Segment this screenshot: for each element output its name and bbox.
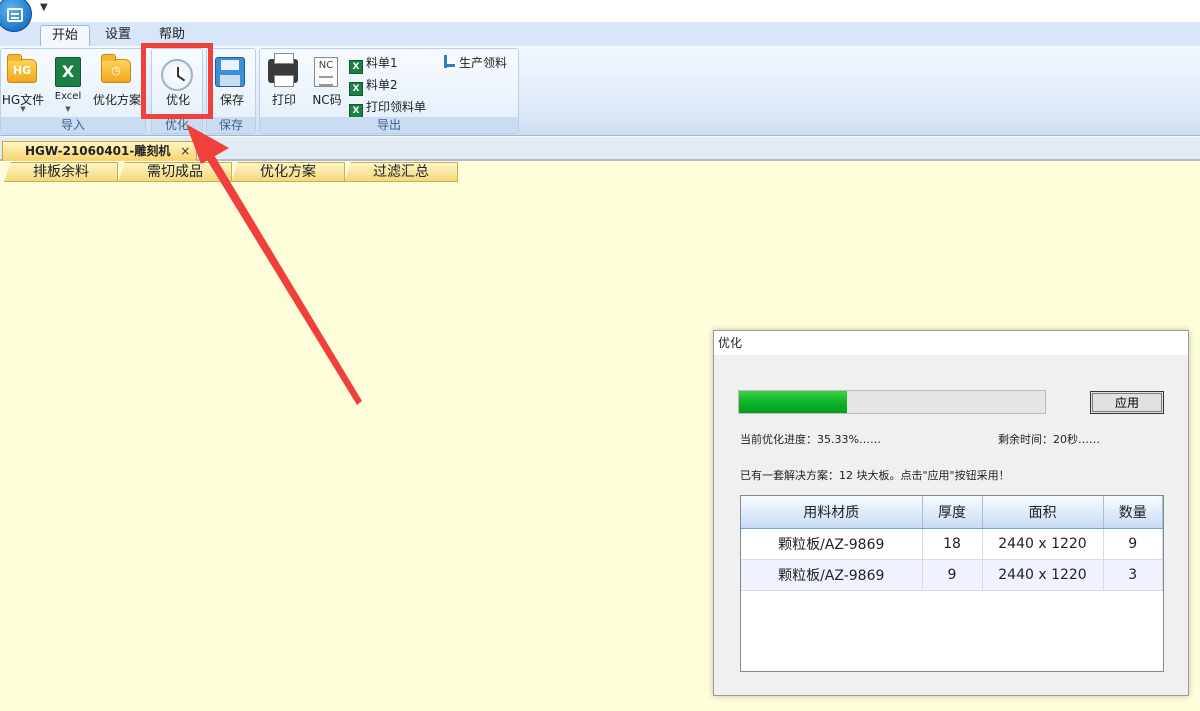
nc-document-icon: NC <box>314 57 338 87</box>
hg-file-button[interactable]: HG HG文件 ▼ <box>1 51 45 115</box>
cell-thickness: 18 <box>922 528 983 560</box>
group-save: 保存 保存 <box>206 48 256 134</box>
excel-icon: X <box>349 104 363 118</box>
table-row[interactable]: 颗粒板/AZ-9869 9 2440 x 1220 3 <box>741 559 1163 591</box>
subtab-cut-parts[interactable]: 需切成品 <box>118 162 232 182</box>
forklift-icon <box>442 55 456 69</box>
document-tab-strip: HGW-21060401-雕刻机 × <box>0 137 1200 161</box>
save-icon <box>215 57 245 87</box>
plan-folder-icon: ◷ <box>101 54 131 83</box>
table-row[interactable]: 颗粒板/AZ-9869 18 2440 x 1220 9 <box>741 528 1163 560</box>
excel-icon: X <box>55 57 81 87</box>
column-header-material[interactable]: 用料材质 <box>741 496 923 529</box>
group-label-save: 保存 <box>207 117 255 133</box>
dialog-title: 优化 <box>714 331 1188 355</box>
optimize-dialog: 优化 应用 当前优化进度：35.33%…… 剩余时间：20秒…… 已有一套解决方… <box>713 330 1189 696</box>
excel-icon: X <box>349 60 363 74</box>
cell-quantity: 9 <box>1103 528 1163 560</box>
production-picking-button[interactable]: 生产领料 <box>442 53 507 73</box>
app-icon <box>7 8 23 22</box>
print-button[interactable]: 打印 <box>262 51 306 115</box>
progress-bar <box>738 390 1046 414</box>
column-header-quantity[interactable]: 数量 <box>1103 496 1163 529</box>
subtab-optimization-plan[interactable]: 优化方案 <box>231 162 345 182</box>
apply-button[interactable]: 应用 <box>1090 391 1164 414</box>
progress-fill <box>739 391 848 413</box>
arrow-shaft <box>204 150 362 405</box>
print-picking-list-button[interactable]: X 打印领料单 <box>349 97 426 118</box>
group-import: HG HG文件 ▼ X Excel ▼ ◷ 优化方案 导入 <box>0 48 146 134</box>
subtab-remnant[interactable]: 排板余料 <box>4 162 118 182</box>
cell-thickness: 9 <box>922 559 983 591</box>
progress-text: 当前优化进度：35.33%…… <box>740 433 881 446</box>
group-label-export: 导出 <box>260 117 518 133</box>
material-list-1-button[interactable]: X 料单1 <box>349 53 398 74</box>
save-button[interactable]: 保存 <box>211 51 253 115</box>
hg-folder-icon: HG <box>7 54 37 83</box>
cell-material: 颗粒板/AZ-9869 <box>741 528 923 560</box>
cell-area: 2440 x 1220 <box>982 559 1104 591</box>
chevron-down-icon: ▼ <box>20 105 26 113</box>
material-list-2-button[interactable]: X 料单2 <box>349 75 398 96</box>
group-export: 打印 NC NC码 X 料单1 X 料单2 X 打印领料单 生产领料 导出 <box>259 48 519 134</box>
cell-area: 2440 x 1220 <box>982 528 1104 560</box>
sub-tab-strip: 排板余料 需切成品 优化方案 过滤汇总 <box>0 162 1200 182</box>
nc-code-button[interactable]: NC NC码 <box>308 51 346 115</box>
title-bar: ▼ <box>0 0 1200 32</box>
highlight-box <box>141 43 213 119</box>
column-header-thickness[interactable]: 厚度 <box>922 496 983 529</box>
plan-button[interactable]: ◷ 优化方案 <box>89 51 145 115</box>
subtab-filter-summary[interactable]: 过滤汇总 <box>344 162 458 182</box>
close-icon[interactable]: × <box>180 142 190 161</box>
group-label-optimize: 优化 <box>152 117 202 133</box>
column-header-area[interactable]: 面积 <box>982 496 1104 529</box>
group-label-import: 导入 <box>1 117 145 133</box>
chevron-down-icon: ▼ <box>65 105 71 113</box>
cell-material: 颗粒板/AZ-9869 <box>741 559 923 591</box>
printer-icon <box>268 53 298 87</box>
table-header-row: 用料材质 厚度 面积 数量 <box>741 496 1163 529</box>
tab-start[interactable]: 开始 <box>40 25 91 46</box>
solution-text: 已有一套解决方案：12 块大板。点击"应用"按钮采用！ <box>740 469 1010 482</box>
excel-button[interactable]: X Excel ▼ <box>47 51 89 115</box>
tab-settings[interactable]: 设置 <box>94 25 142 46</box>
quick-access-dropdown-icon[interactable]: ▼ <box>40 2 48 13</box>
document-tab[interactable]: HGW-21060401-雕刻机 × <box>2 141 198 161</box>
material-table[interactable]: 用料材质 厚度 面积 数量 颗粒板/AZ-9869 18 2440 x 1220… <box>740 495 1164 672</box>
cell-quantity: 3 <box>1103 559 1163 591</box>
excel-icon: X <box>349 82 363 96</box>
remaining-time-text: 剩余时间：20秒…… <box>998 433 1100 446</box>
